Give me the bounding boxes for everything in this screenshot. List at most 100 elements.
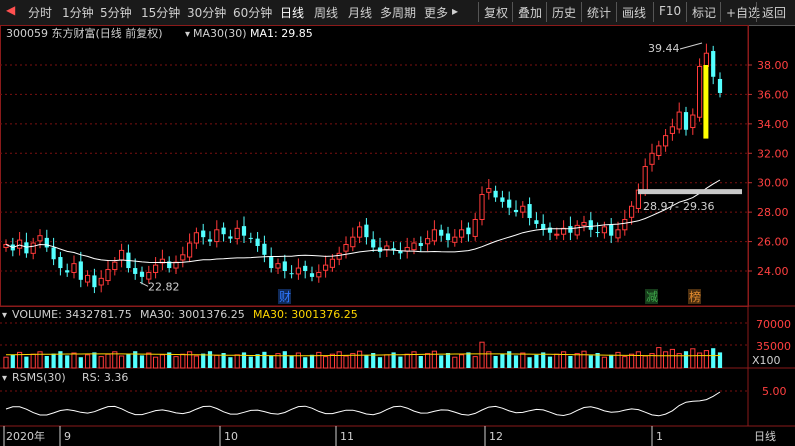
period-tab-8[interactable]: 月线 — [348, 4, 372, 21]
candle-body — [418, 243, 423, 246]
more-arrow-icon[interactable]: ▸ — [452, 4, 458, 18]
candle-body — [615, 229, 621, 239]
toolbar-action-3[interactable]: 统计 — [587, 4, 611, 21]
candle-body — [663, 135, 669, 147]
period-tab-4[interactable]: 30分钟 — [187, 4, 226, 21]
candle — [329, 254, 335, 272]
toolbar-divider — [512, 2, 513, 22]
candle — [173, 255, 179, 274]
volume-bar — [609, 354, 614, 368]
highlight-bar — [703, 65, 709, 139]
period-tab-0[interactable]: 分时 — [28, 4, 52, 21]
candle — [520, 201, 526, 219]
volume-bar — [180, 353, 186, 369]
candle-body — [500, 197, 505, 202]
candle-body — [520, 205, 526, 213]
volume-bar — [452, 356, 458, 369]
volume-layer — [3, 341, 723, 369]
candle — [187, 233, 193, 262]
range-end-label: 29.36 — [683, 200, 715, 213]
candle-body — [534, 220, 539, 224]
candle-body — [622, 219, 628, 231]
toolbar-action-7[interactable]: +自选 — [726, 4, 760, 21]
candle — [561, 220, 567, 241]
candle — [649, 143, 655, 172]
candle — [663, 129, 669, 152]
candle — [364, 218, 369, 245]
volume-bar — [357, 350, 363, 369]
candle — [527, 197, 532, 226]
volume-bar — [193, 355, 200, 369]
toolbar-action-6[interactable]: 标记 — [692, 4, 716, 21]
volume-bar — [384, 354, 390, 369]
period-tab-2[interactable]: 5分钟 — [100, 4, 132, 21]
period-tab-6[interactable]: 日线 — [280, 4, 304, 21]
period-tab-9[interactable]: 多周期 — [380, 4, 416, 21]
toolbar-action-1[interactable]: 叠加 — [518, 4, 542, 21]
volume-bar — [554, 353, 560, 369]
candle-body — [466, 227, 471, 235]
candle — [289, 265, 294, 279]
candle — [228, 229, 233, 244]
candle-body — [180, 254, 186, 261]
candle-body — [71, 263, 77, 273]
candle — [207, 231, 213, 246]
volume-ma-label: MA30: 3001376.25 — [140, 308, 245, 321]
period-tab-10[interactable]: 更多 — [424, 4, 448, 21]
volume-bar — [711, 348, 716, 368]
volume-bar — [615, 351, 621, 369]
candle — [656, 140, 662, 160]
candle — [445, 226, 451, 248]
volume-bar — [581, 350, 587, 369]
period-tab-7[interactable]: 周线 — [314, 4, 338, 21]
date-label-2: 10 — [224, 430, 238, 443]
volume-bar — [10, 354, 15, 368]
candle — [541, 214, 546, 236]
volume-bar — [78, 357, 83, 368]
volume-bar — [513, 355, 519, 368]
candle-body — [336, 252, 342, 260]
candle-body — [98, 277, 104, 286]
toolbar-action-5[interactable]: F10 — [659, 4, 681, 18]
toolbar-action-4[interactable]: 画线 — [622, 4, 646, 21]
volume-bar — [255, 354, 260, 368]
event-marker-1: 减 — [646, 290, 658, 304]
candle-body — [574, 224, 580, 236]
candle — [58, 251, 63, 276]
back-arrow-icon[interactable]: ◀ — [6, 3, 15, 17]
candle — [595, 222, 600, 238]
candle-body — [711, 51, 716, 77]
candle — [71, 255, 77, 279]
toolbar-action-0[interactable]: 复权 — [484, 4, 508, 21]
toolbar-action-8[interactable]: 返回 — [762, 4, 786, 21]
volume-bar — [398, 356, 403, 368]
toolbar-action-2[interactable]: 历史 — [552, 4, 576, 21]
price-axis-label: 30.00 — [757, 177, 789, 190]
volume-bar — [262, 351, 267, 368]
stock-title: 300059 东方财富(日线 前复权) — [6, 26, 163, 40]
candle — [384, 240, 390, 258]
toolbar-divider — [581, 2, 582, 22]
candle-body — [439, 229, 444, 236]
candle — [221, 222, 226, 242]
volume-bar — [153, 356, 159, 369]
volume-bar — [547, 356, 553, 368]
candle — [65, 263, 70, 277]
toolbar-divider — [478, 2, 479, 22]
date-label-1: 9 — [64, 430, 71, 443]
period-tab-1[interactable]: 1分钟 — [62, 4, 94, 21]
volume-bar — [126, 353, 131, 368]
volume-bar — [214, 354, 220, 369]
candle-body — [676, 111, 682, 130]
candle-body — [568, 226, 573, 233]
high-price-label: 39.44 — [648, 42, 680, 55]
period-tab-5[interactable]: 60分钟 — [233, 4, 272, 21]
candle — [574, 220, 580, 240]
period-tab-3[interactable]: 15分钟 — [141, 4, 180, 21]
candle — [377, 237, 383, 258]
candle — [513, 200, 519, 217]
candle — [697, 58, 703, 122]
candle-body — [228, 236, 233, 239]
candle — [159, 249, 166, 271]
volume-bar — [343, 355, 349, 369]
